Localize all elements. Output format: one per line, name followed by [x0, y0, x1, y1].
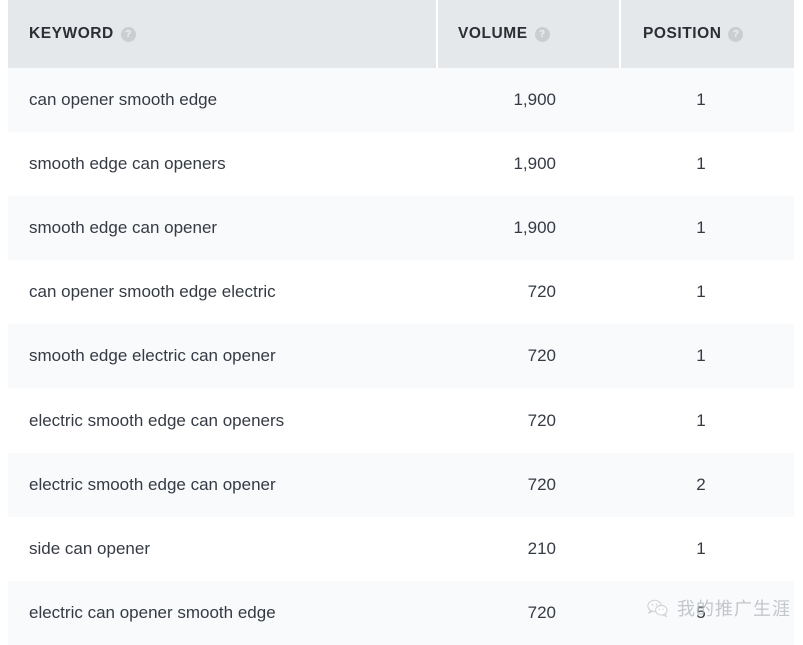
cell-volume: 1,900	[437, 132, 620, 196]
cell-position: 1	[620, 260, 794, 324]
cell-keyword: smooth edge can openers	[8, 132, 437, 196]
cell-volume: 720	[437, 453, 620, 517]
cell-position: 2	[620, 453, 794, 517]
help-icon-volume[interactable]: ?	[535, 27, 550, 42]
table-body: can opener smooth edge1,9001smooth edge …	[8, 68, 794, 645]
table-row[interactable]: can opener smooth edge electric7201	[8, 260, 794, 324]
cell-position: 1	[620, 196, 794, 260]
cell-volume: 720	[437, 388, 620, 452]
cell-volume: 720	[437, 581, 620, 645]
cell-keyword: electric smooth edge can openers	[8, 388, 437, 452]
table-row[interactable]: smooth edge can opener1,9001	[8, 196, 794, 260]
cell-position: 1	[620, 132, 794, 196]
column-header-position[interactable]: POSITION ?	[620, 0, 794, 68]
column-header-position-label: POSITION	[643, 25, 721, 43]
column-header-keyword[interactable]: KEYWORD ?	[8, 0, 437, 68]
table-row[interactable]: smooth edge electric can opener7201	[8, 324, 794, 388]
cell-volume: 210	[437, 517, 620, 581]
keyword-rankings-panel: KEYWORD ? VOLUME ? POSITION ?	[0, 0, 803, 645]
cell-position: 1	[620, 324, 794, 388]
cell-keyword: electric can opener smooth edge	[8, 581, 437, 645]
table-header-row: KEYWORD ? VOLUME ? POSITION ?	[8, 0, 794, 68]
column-header-volume-label: VOLUME	[458, 25, 528, 43]
column-header-volume[interactable]: VOLUME ?	[437, 0, 620, 68]
help-icon-position[interactable]: ?	[728, 27, 743, 42]
table-row[interactable]: electric can opener smooth edge7205	[8, 581, 794, 645]
cell-volume: 720	[437, 260, 620, 324]
cell-volume: 720	[437, 324, 620, 388]
cell-keyword: electric smooth edge can opener	[8, 453, 437, 517]
cell-volume: 1,900	[437, 68, 620, 132]
table-row[interactable]: smooth edge can openers1,9001	[8, 132, 794, 196]
table-row[interactable]: electric smooth edge can openers7201	[8, 388, 794, 452]
table-row[interactable]: can opener smooth edge1,9001	[8, 68, 794, 132]
cell-keyword: smooth edge can opener	[8, 196, 437, 260]
cell-keyword: smooth edge electric can opener	[8, 324, 437, 388]
cell-position: 1	[620, 517, 794, 581]
cell-position: 1	[620, 68, 794, 132]
cell-keyword: can opener smooth edge	[8, 68, 437, 132]
cell-keyword: can opener smooth edge electric	[8, 260, 437, 324]
table-header: KEYWORD ? VOLUME ? POSITION ?	[8, 0, 794, 68]
cell-volume: 1,900	[437, 196, 620, 260]
column-header-keyword-label: KEYWORD	[29, 25, 114, 43]
keyword-rankings-table: KEYWORD ? VOLUME ? POSITION ?	[8, 0, 794, 645]
cell-keyword: side can opener	[8, 517, 437, 581]
help-icon-keyword[interactable]: ?	[121, 27, 136, 42]
cell-position: 1	[620, 388, 794, 452]
table-row[interactable]: side can opener2101	[8, 517, 794, 581]
table-row[interactable]: electric smooth edge can opener7202	[8, 453, 794, 517]
cell-position: 5	[620, 581, 794, 645]
